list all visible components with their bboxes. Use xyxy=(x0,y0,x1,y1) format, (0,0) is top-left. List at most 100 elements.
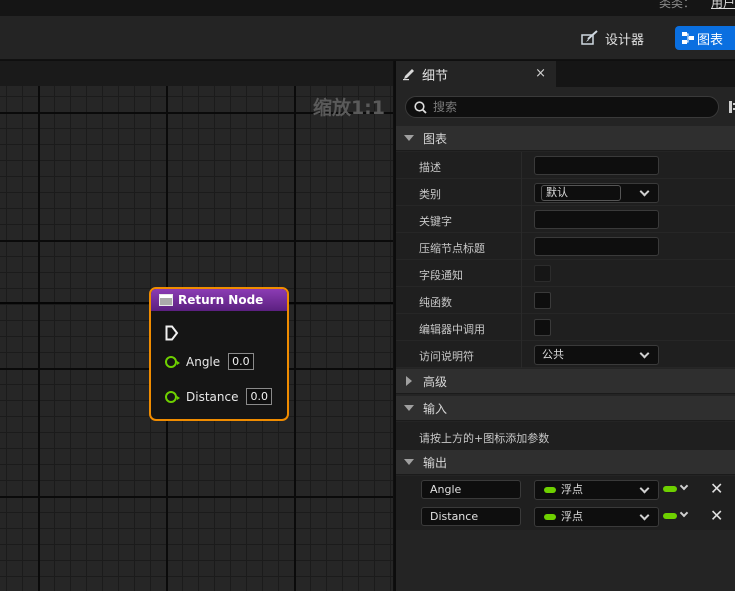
keywords-field[interactable] xyxy=(534,210,659,229)
graph-button[interactable]: 图表 xyxy=(675,26,735,50)
pin-distance-value[interactable]: 0.0 xyxy=(246,388,272,405)
chevron-down-icon[interactable] xyxy=(679,481,689,491)
zoom-indicator: 缩放1:1 xyxy=(312,97,385,119)
prop-field-notify: 字段通知 xyxy=(396,260,735,287)
section-outputs[interactable]: 输出 xyxy=(396,450,735,475)
chevron-down-icon[interactable] xyxy=(679,508,689,518)
exec-arrow-icon xyxy=(165,325,179,341)
prop-compact-title-label: 压缩节点标题 xyxy=(419,242,485,255)
details-tab[interactable]: 细节 × xyxy=(396,61,556,87)
output-row: Angle 浮点 ✕ xyxy=(396,476,735,503)
compact-title-field[interactable] xyxy=(534,237,659,256)
float-pin-icon[interactable] xyxy=(165,390,180,403)
section-advanced[interactable]: 高级 xyxy=(396,369,735,394)
pin-distance[interactable]: Distance 0.0 xyxy=(165,388,272,405)
pure-checkbox[interactable] xyxy=(534,292,551,309)
pin-angle[interactable]: Angle 0.0 xyxy=(165,353,254,370)
chevron-down-icon xyxy=(639,510,650,521)
output-type-label: 浮点 xyxy=(561,510,583,523)
column-divider xyxy=(521,287,522,314)
prop-keywords-label: 关键字 xyxy=(419,215,452,228)
graph-title-bar xyxy=(0,61,393,86)
delete-output-icon[interactable]: ✕ xyxy=(710,506,723,525)
container-type-icon[interactable] xyxy=(663,513,677,519)
section-inputs[interactable]: 输入 xyxy=(396,396,735,421)
prop-pure-label: 纯函数 xyxy=(419,296,452,309)
column-divider xyxy=(521,314,522,341)
field-notify-checkbox[interactable] xyxy=(534,265,551,282)
close-tab-icon[interactable]: × xyxy=(535,66,546,81)
prop-description-label: 描述 xyxy=(419,161,441,174)
output-name-field[interactable]: Distance xyxy=(421,507,521,526)
class-value-link[interactable]: 用户 xyxy=(711,0,735,11)
graph-icon xyxy=(682,32,694,44)
column-divider xyxy=(521,206,522,233)
function-icon xyxy=(159,294,173,306)
access-combo[interactable]: 公共 xyxy=(534,345,659,365)
settings-icon[interactable] xyxy=(729,101,735,113)
return-node-header[interactable]: Return Node xyxy=(151,289,287,311)
column-divider xyxy=(521,260,522,287)
pin-angle-value[interactable]: 0.0 xyxy=(228,353,254,370)
designer-label: 设计器 xyxy=(605,32,645,48)
call-in-editor-checkbox[interactable] xyxy=(534,319,551,336)
prop-description: 描述 xyxy=(396,152,735,179)
details-search[interactable] xyxy=(405,96,719,118)
prop-access: 访问说明符 公共 xyxy=(396,341,735,368)
float-pin-icon[interactable] xyxy=(165,355,180,368)
class-label: 类类： xyxy=(658,0,695,10)
chevron-down-icon xyxy=(639,483,650,494)
blueprint-editor: 类类： 用户 设计器 图表 缩放1:1 Return Node Angle 0.… xyxy=(0,0,735,591)
section-advanced-label: 高级 xyxy=(423,374,448,389)
column-divider xyxy=(521,179,522,206)
output-type-label: 浮点 xyxy=(561,483,583,496)
prop-category: 类别 默认 xyxy=(396,179,735,206)
output-row: Distance 浮点 ✕ xyxy=(396,503,735,530)
category-combo[interactable]: 默认 xyxy=(534,183,659,203)
section-outputs-label: 输出 xyxy=(423,455,448,470)
float-type-icon xyxy=(544,487,556,493)
details-panel: 细节 × 图表 描述 类别 默认 关键字 xyxy=(394,61,735,591)
prop-compact-title: 压缩节点标题 xyxy=(396,233,735,260)
category-value[interactable]: 默认 xyxy=(541,185,621,201)
section-inputs-label: 输入 xyxy=(423,401,448,416)
collapse-arrow-icon xyxy=(404,135,414,141)
column-divider xyxy=(521,233,522,260)
output-type-combo[interactable]: 浮点 xyxy=(534,507,659,527)
prop-access-label: 访问说明符 xyxy=(419,350,474,363)
access-value: 公共 xyxy=(542,348,564,361)
return-node-title: Return Node xyxy=(178,293,264,307)
chevron-down-icon xyxy=(639,186,650,197)
section-graph[interactable]: 图表 xyxy=(396,126,735,151)
column-divider xyxy=(521,152,522,179)
graph-canvas[interactable]: 缩放1:1 Return Node Angle 0.0 Distance 0.0 xyxy=(0,61,393,591)
section-graph-label: 图表 xyxy=(423,131,448,146)
mode-toolbar: 设计器 图表 xyxy=(0,16,735,60)
pencil-icon xyxy=(403,69,414,81)
expand-arrow-icon xyxy=(406,376,412,386)
pin-angle-label: Angle xyxy=(186,354,221,369)
designer-button[interactable]: 设计器 xyxy=(575,24,665,52)
output-name-field[interactable]: Angle xyxy=(421,480,521,499)
search-icon xyxy=(414,100,427,114)
inputs-hint-text: 请按上方的+图标添加参数 xyxy=(419,432,550,445)
prop-keywords: 关键字 xyxy=(396,206,735,233)
delete-output-icon[interactable]: ✕ xyxy=(710,479,723,498)
column-divider xyxy=(521,341,522,368)
prop-pure: 纯函数 xyxy=(396,287,735,314)
details-tab-bar: 细节 × xyxy=(396,61,735,87)
details-tab-title: 细节 xyxy=(422,68,449,84)
designer-icon xyxy=(581,30,599,46)
pin-distance-label: Distance xyxy=(186,389,239,404)
collapse-arrow-icon xyxy=(404,405,414,411)
search-input[interactable] xyxy=(433,100,693,114)
container-type-icon[interactable] xyxy=(663,486,677,492)
float-type-icon xyxy=(544,514,556,520)
collapse-arrow-icon xyxy=(404,459,414,465)
output-type-combo[interactable]: 浮点 xyxy=(534,480,659,500)
prop-field-notify-label: 字段通知 xyxy=(419,269,463,282)
return-node[interactable]: Return Node Angle 0.0 Distance 0.0 xyxy=(149,287,289,421)
prop-category-label: 类别 xyxy=(419,188,441,201)
description-field[interactable] xyxy=(534,156,659,175)
prop-call-in-editor-label: 编辑器中调用 xyxy=(419,323,485,336)
